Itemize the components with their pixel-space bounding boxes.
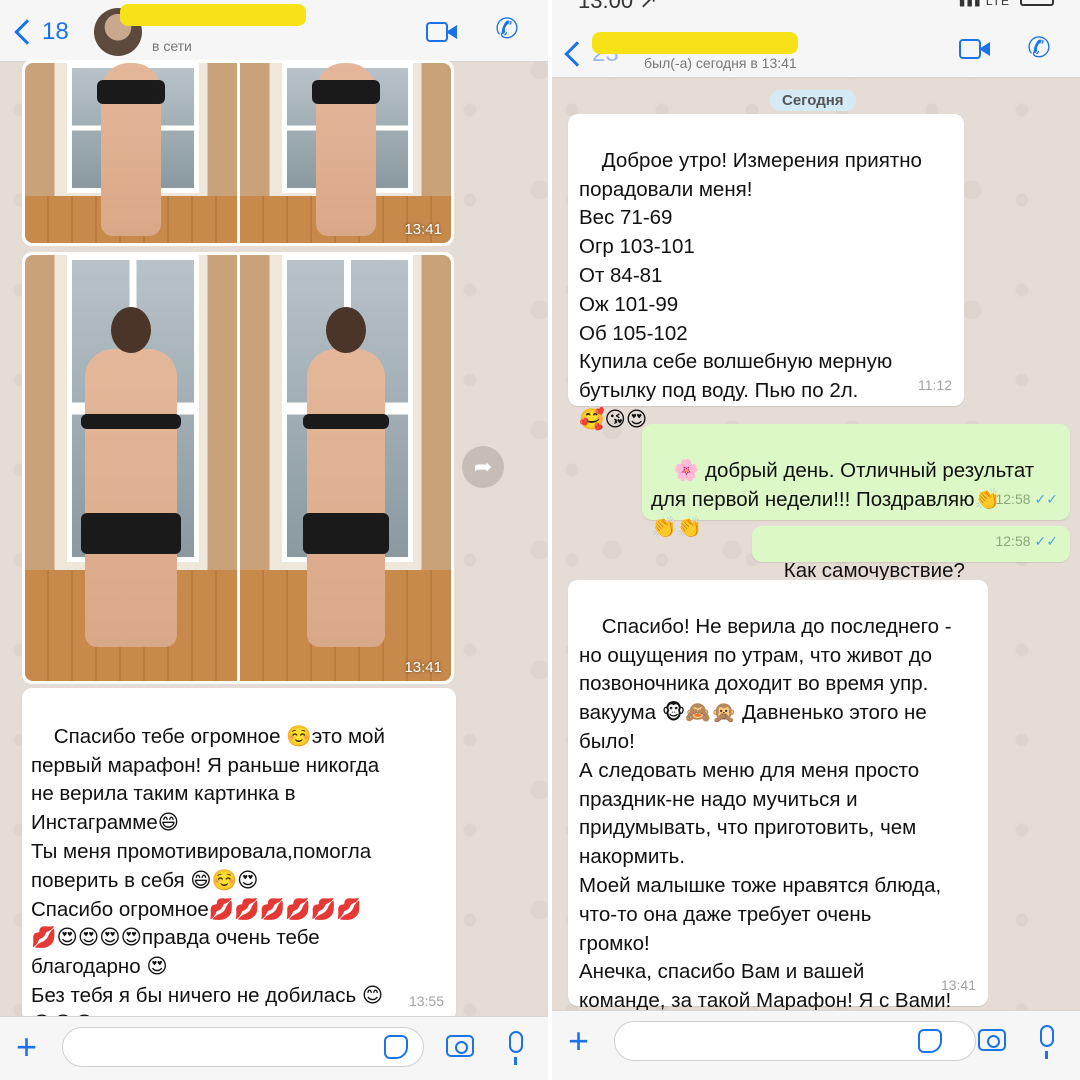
- photo-before: [25, 63, 237, 243]
- chevron-left-icon: [564, 41, 590, 67]
- photo-time: 13:41: [404, 659, 442, 676]
- microphone-icon[interactable]: [509, 1031, 523, 1065]
- right-chat-screen: 13:00 ↗ ▮▮▮ LTE 23 был(-а) сегодня в 13:…: [552, 0, 1080, 1080]
- contact-status: в сети: [152, 38, 192, 54]
- chat-header: 13:00 ↗ ▮▮▮ LTE 23 был(-а) сегодня в 13:…: [552, 0, 1080, 78]
- incoming-message[interactable]: Спасибо! Не верила до последнего - но ощ…: [568, 580, 988, 1012]
- camera-icon[interactable]: [978, 1029, 1006, 1051]
- message-time: 13:55: [408, 993, 444, 1010]
- message-text: Спасибо! Не верила до последнего - но ощ…: [579, 614, 952, 1013]
- message-composer: +: [0, 1016, 548, 1080]
- message-composer: +: [552, 1010, 1080, 1080]
- left-chat-screen: 18 в сети ✆ 13:41 13:41 Спасибо тебе ог: [0, 0, 548, 1080]
- sticker-icon[interactable]: [918, 1029, 942, 1053]
- status-bar-clock: 13:00 ↗: [578, 0, 658, 13]
- chevron-left-icon: [14, 19, 40, 45]
- plus-icon[interactable]: +: [568, 1021, 589, 1061]
- message-time: 11:12: [918, 377, 952, 394]
- photo-message[interactable]: 13:41: [22, 60, 454, 246]
- name-redaction-mark: [120, 4, 306, 26]
- contact-status: был(-а) сегодня в 13:41: [644, 55, 797, 71]
- message-input[interactable]: [62, 1027, 424, 1067]
- message-time: 12:58 ✓✓: [995, 491, 1058, 508]
- camera-icon[interactable]: [446, 1035, 474, 1057]
- battery-icon: [1020, 0, 1054, 6]
- outgoing-message[interactable]: 🌸 добрый день. Отличный результат для пе…: [642, 424, 1070, 539]
- incoming-message[interactable]: Доброе утро! Измерения приятно порадовал…: [568, 114, 964, 431]
- chat-header: 18 в сети ✆: [0, 0, 548, 62]
- photo-after: [240, 63, 451, 243]
- date-separator: Сегодня: [770, 90, 856, 111]
- message-text: Спасибо тебе огромное ☺️это мой первый м…: [31, 724, 385, 1036]
- sticker-icon[interactable]: [384, 1035, 408, 1059]
- photo-message[interactable]: 13:41: [22, 252, 454, 684]
- incoming-message[interactable]: Спасибо тебе огромное ☺️это мой первый м…: [22, 688, 456, 1036]
- name-redaction-mark: [592, 32, 798, 54]
- read-receipt-icon: ✓✓: [1034, 491, 1058, 508]
- message-text: Доброе утро! Измерения приятно порадовал…: [579, 148, 922, 431]
- signal-indicator: ▮▮▮ LTE: [958, 0, 1010, 8]
- video-call-icon[interactable]: [426, 21, 458, 43]
- video-call-icon[interactable]: [959, 38, 991, 60]
- photo-after: [240, 255, 451, 681]
- outgoing-message[interactable]: Как самочувствие? 12:58 ✓✓: [752, 526, 1070, 582]
- read-receipt-icon: ✓✓: [1034, 533, 1058, 550]
- back-button[interactable]: 18: [14, 18, 69, 46]
- photo-time: 13:41: [404, 221, 442, 238]
- photo-before: [25, 255, 237, 681]
- unread-count: 18: [42, 18, 69, 45]
- phone-icon[interactable]: ✆: [492, 14, 522, 44]
- phone-icon[interactable]: ✆: [1024, 33, 1054, 63]
- message-time: 13:41: [940, 977, 976, 994]
- forward-icon[interactable]: [462, 446, 504, 488]
- message-time: 12:58 ✓✓: [995, 533, 1058, 550]
- microphone-icon[interactable]: [1040, 1025, 1054, 1059]
- message-text: Как самочувствие?: [783, 558, 965, 582]
- plus-icon[interactable]: +: [16, 1027, 37, 1067]
